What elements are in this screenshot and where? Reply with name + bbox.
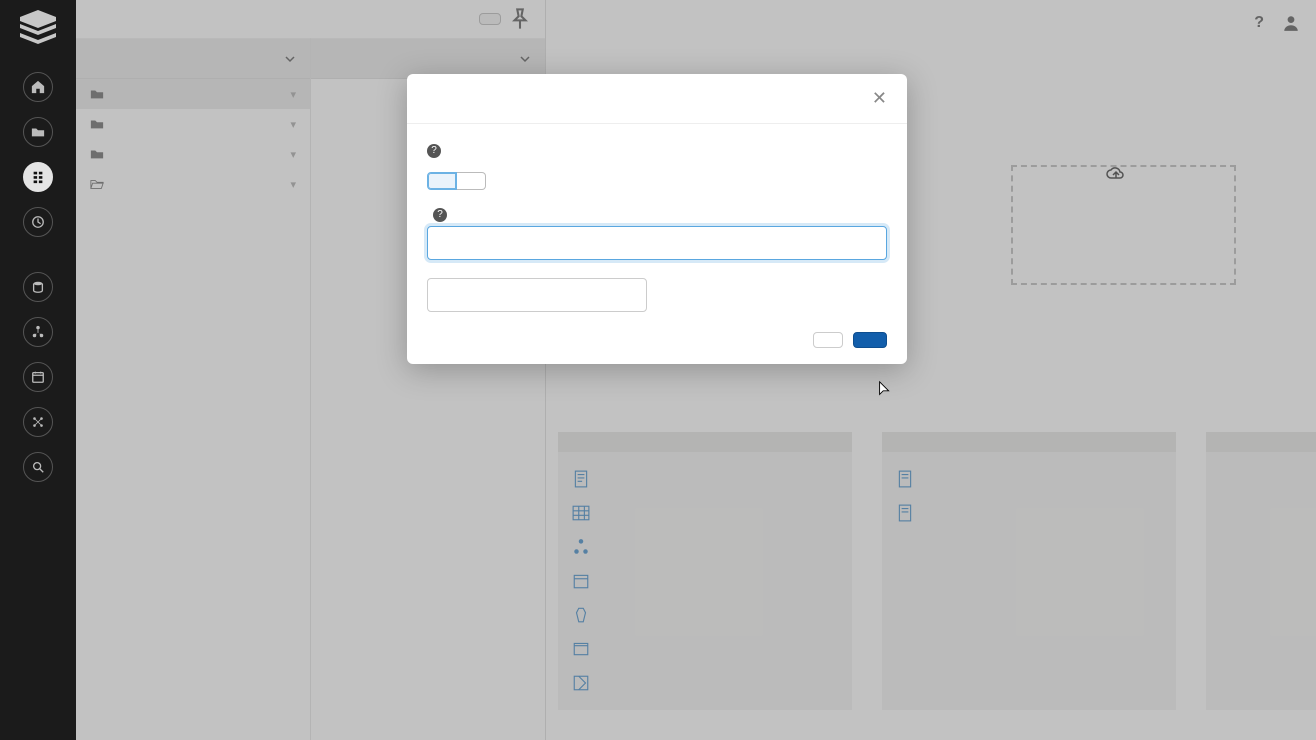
left-rail [0,0,76,740]
git-url-input[interactable] [427,226,887,260]
create-mode-segmented [427,172,887,190]
nav-search[interactable] [8,446,68,489]
nav-jobs[interactable] [8,356,68,399]
nav-projects[interactable] [8,156,68,199]
nav-recents[interactable] [8,201,68,244]
create-button[interactable] [853,332,887,348]
cancel-button[interactable] [813,332,843,348]
nav-workspace[interactable] [8,111,68,154]
help-icon[interactable]: ? [433,208,447,222]
project-name-input[interactable] [427,278,647,312]
modal-subtitle: ? [427,140,887,158]
databricks-logo-icon [18,10,58,44]
nav-clusters[interactable] [8,311,68,354]
nav-data[interactable] [8,266,68,309]
tab-clone-from-git[interactable] [427,172,457,190]
nav-home[interactable] [8,66,68,109]
create-project-modal: ✕ ? ? [407,74,907,364]
tab-add-git-later[interactable] [457,172,486,190]
close-icon[interactable]: ✕ [872,88,887,109]
git-url-label: ? [427,208,887,222]
nav-models[interactable] [8,401,68,444]
help-icon[interactable]: ? [427,144,441,158]
